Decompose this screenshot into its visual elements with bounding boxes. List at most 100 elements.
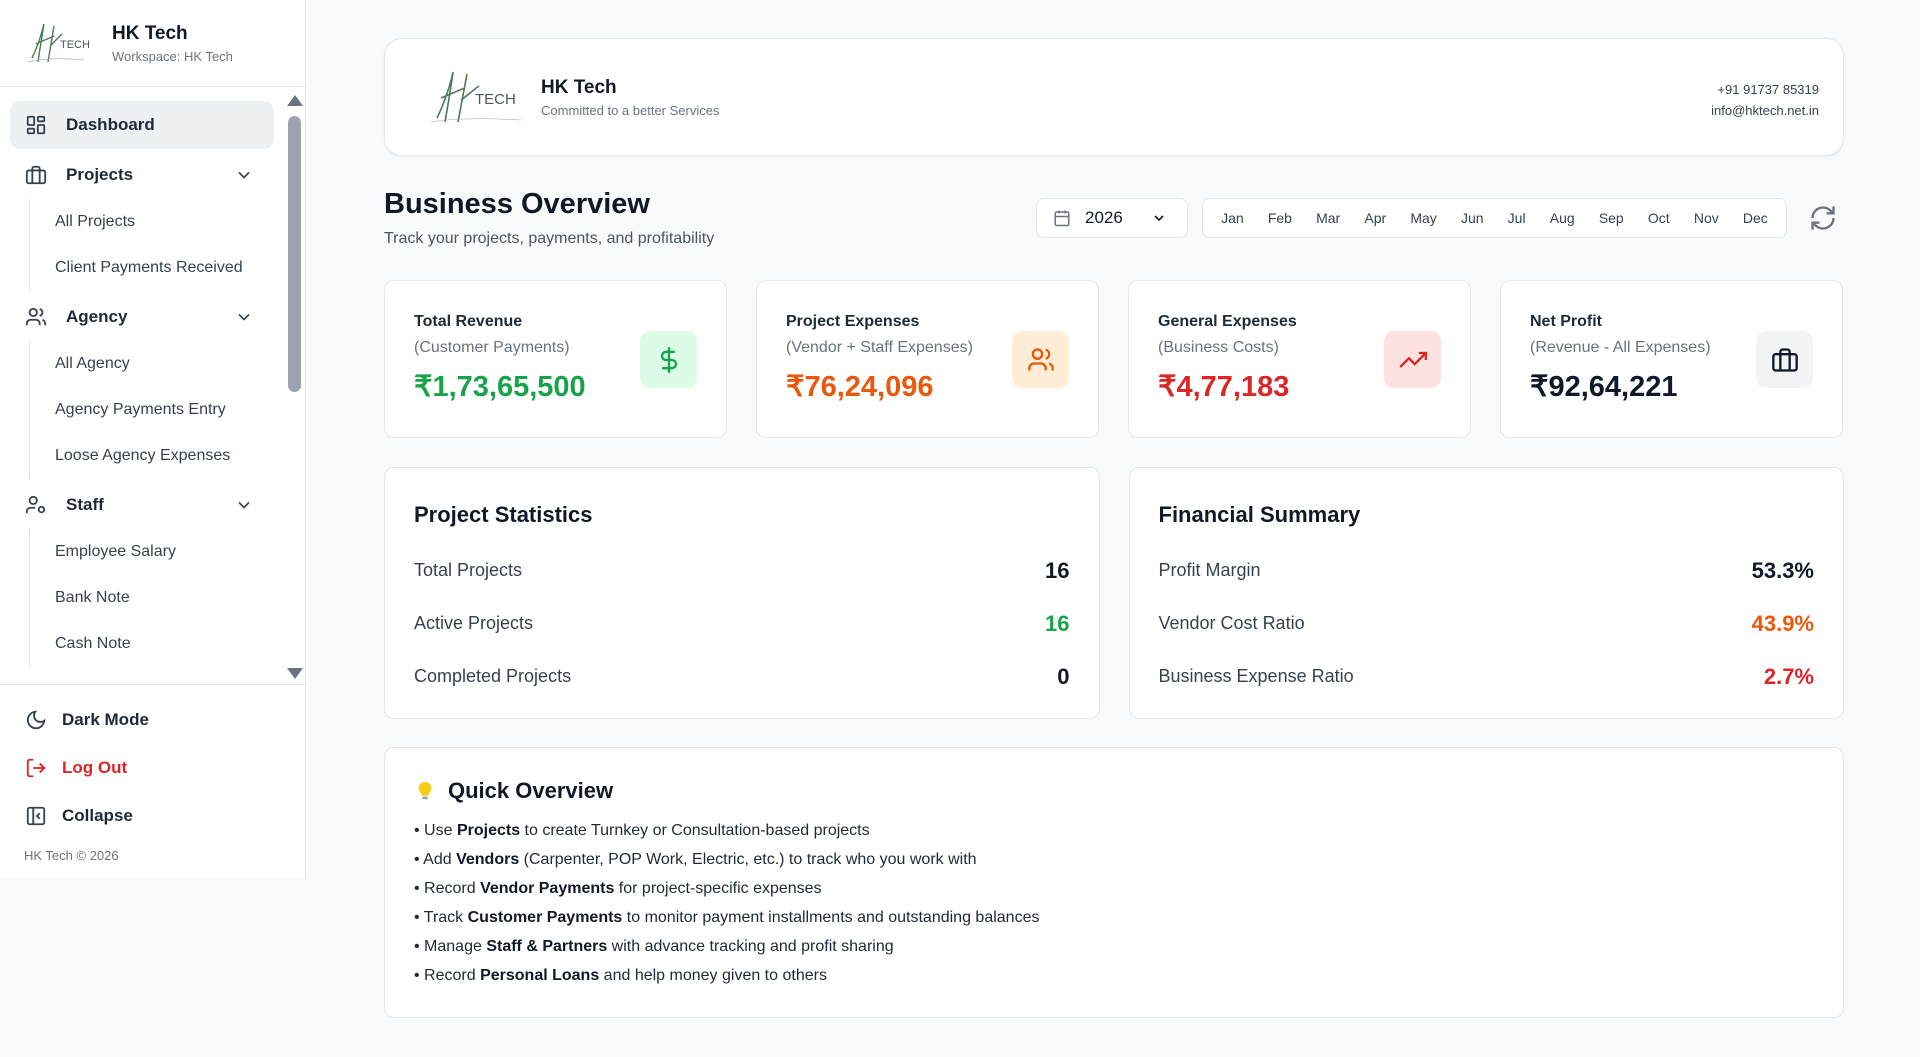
card-label: Total Revenue — [414, 313, 523, 330]
quick-overview-panel: Quick Overview • Use Projects to create … — [384, 747, 1844, 1018]
row-value: 0 — [1057, 663, 1070, 689]
nav-label-projects: Projects — [66, 165, 134, 184]
company-email: info@hktech.net.in — [1711, 103, 1819, 118]
briefcase-icon — [1756, 331, 1813, 388]
chevron-down-icon — [238, 171, 250, 179]
nav-item-all-projects[interactable]: All Projects — [55, 199, 274, 245]
month-jan[interactable]: Jan — [1221, 210, 1244, 226]
project-expenses-card: Project Expenses (Vendor + Staff Expense… — [756, 280, 1099, 438]
main-content: TECH HK Tech Committed to a better Servi… — [384, 38, 1844, 1018]
row-label: Completed Projects — [414, 666, 572, 686]
brand-name: HK Tech — [112, 22, 188, 44]
staff-submenu: Employee Salary Bank Note Cash Note — [29, 529, 274, 667]
agency-submenu: All Agency Agency Payments Entry Loose A… — [29, 341, 274, 479]
stat-row: Completed Projects 0 — [414, 650, 1070, 703]
lightbulb-icon — [418, 781, 432, 800]
summary-panels: Project Statistics Total Projects 16 Act… — [384, 467, 1844, 719]
quick-line: • Record Vendor Payments for project-spe… — [414, 880, 822, 897]
company-name: HK Tech — [541, 76, 617, 98]
nav-item-projects[interactable]: Projects — [10, 151, 274, 199]
year-value: 2026 — [1085, 208, 1123, 227]
card-label: Project Expenses — [786, 313, 920, 330]
company-phone: +91 91737 85319 — [1717, 82, 1819, 97]
dark-mode-toggle[interactable]: Dark Mode — [0, 696, 306, 744]
month-nov[interactable]: Nov — [1694, 210, 1719, 226]
month-may[interactable]: May — [1410, 210, 1436, 226]
company-tagline: Committed to a better Services — [541, 102, 720, 118]
net-profit-card: Net Profit (Revenue - All Expenses) ₹92,… — [1500, 280, 1843, 438]
quick-line: • Record Personal Loans and help money g… — [414, 967, 827, 984]
nav-item-loose-agency-expenses[interactable]: Loose Agency Expenses — [55, 433, 274, 479]
stat-row: Active Projects 16 — [414, 597, 1070, 650]
logout-button[interactable]: Log Out — [0, 744, 306, 792]
row-label: Total Projects — [414, 560, 523, 580]
chevron-down-icon — [238, 313, 250, 321]
month-apr[interactable]: Apr — [1364, 210, 1386, 226]
moon-icon — [24, 708, 48, 732]
general-expenses-card: General Expenses (Business Costs) ₹4,77,… — [1128, 280, 1471, 438]
month-jul[interactable]: Jul — [1508, 210, 1526, 226]
svg-text:TECH: TECH — [60, 39, 90, 51]
chevron-down-icon — [238, 501, 250, 509]
sidebar: TECH HK Tech Workspace: HK Tech Dashboar… — [0, 0, 306, 878]
month-dec[interactable]: Dec — [1743, 210, 1768, 226]
nav-item-cash-note[interactable]: Cash Note — [55, 621, 274, 667]
quick-title-text: Quick Overview — [448, 778, 614, 803]
month-oct[interactable]: Oct — [1648, 210, 1670, 226]
panel-collapse-icon — [24, 804, 48, 828]
sidebar-scrollbar-thumb[interactable] — [288, 116, 301, 392]
row-label: Vendor Cost Ratio — [1158, 613, 1305, 633]
total-revenue-card: Total Revenue (Customer Payments) ₹1,73,… — [384, 280, 727, 438]
briefcase-icon — [24, 163, 48, 187]
nav-label-staff: Staff — [66, 495, 104, 514]
nav-item-employee-salary[interactable]: Employee Salary — [55, 529, 274, 575]
sidebar-brand: TECH HK Tech Workspace: HK Tech — [0, 0, 305, 87]
month-feb[interactable]: Feb — [1268, 210, 1292, 226]
quick-line: • Use Projects to create Turnkey or Cons… — [414, 822, 870, 839]
collapse-label: Collapse — [62, 806, 133, 825]
month-aug[interactable]: Aug — [1550, 210, 1575, 226]
projects-submenu: All Projects Client Payments Received — [29, 199, 274, 291]
row-label: Active Projects — [414, 613, 534, 633]
row-value: 53.3% — [1751, 557, 1814, 583]
scroll-up-arrow[interactable] — [287, 95, 303, 106]
hk-tech-logo: TECH — [27, 23, 90, 63]
users-icon — [1012, 331, 1069, 388]
dollar-icon — [640, 331, 697, 388]
collapse-button[interactable]: Collapse — [0, 792, 306, 840]
financial-summary-panel: Financial Summary Profit Margin 53.3% Ve… — [1128, 467, 1844, 719]
logout-label: Log Out — [62, 758, 128, 777]
card-label: Net Profit — [1530, 313, 1602, 330]
company-contact: +91 91737 85319 info@hktech.net.in — [1711, 79, 1819, 121]
user-cog-icon — [24, 493, 48, 517]
row-value: 16 — [1045, 557, 1070, 583]
month-sep[interactable]: Sep — [1599, 210, 1624, 226]
nav-item-client-payments[interactable]: Client Payments Received — [55, 245, 274, 291]
hk-tech-logo: TECH — [430, 71, 522, 123]
nav-item-bank-note[interactable]: Bank Note — [55, 575, 274, 621]
nav-item-agency[interactable]: Agency — [10, 293, 274, 341]
month-jun[interactable]: Jun — [1461, 210, 1484, 226]
quick-line: • Track Customer Payments to monitor pay… — [414, 909, 1040, 926]
nav-item-dashboard[interactable]: Dashboard — [10, 101, 274, 149]
year-select[interactable]: 2026 — [1036, 198, 1188, 238]
stat-row: Profit Margin 53.3% — [1159, 544, 1815, 597]
users-icon — [24, 305, 48, 329]
company-header-card: TECH HK Tech Committed to a better Servi… — [384, 38, 1844, 156]
quick-line: • Manage Staff & Partners with advance t… — [414, 938, 894, 955]
nav-item-staff[interactable]: Staff — [10, 481, 274, 529]
quick-line: • Add Vendors (Carpenter, POP Work, Elec… — [414, 851, 977, 868]
month-mar[interactable]: Mar — [1316, 210, 1340, 226]
row-label: Business Expense Ratio — [1158, 666, 1354, 686]
panel-title: Financial Summary — [1158, 502, 1361, 527]
row-value: 2.7% — [1763, 663, 1814, 689]
scroll-down-arrow[interactable] — [287, 668, 303, 679]
nav-list: Dashboard Projects All Projects Client P… — [10, 101, 274, 667]
panel-title: Project Statistics — [414, 502, 593, 527]
nav-item-agency-payments-entry[interactable]: Agency Payments Entry — [55, 387, 274, 433]
card-label: General Expenses — [1158, 313, 1297, 330]
stat-row: Vendor Cost Ratio 43.9% — [1159, 597, 1815, 650]
refresh-icon[interactable] — [1809, 204, 1837, 232]
stat-row: Total Projects 16 — [414, 544, 1070, 597]
nav-item-all-agency[interactable]: All Agency — [55, 341, 274, 387]
